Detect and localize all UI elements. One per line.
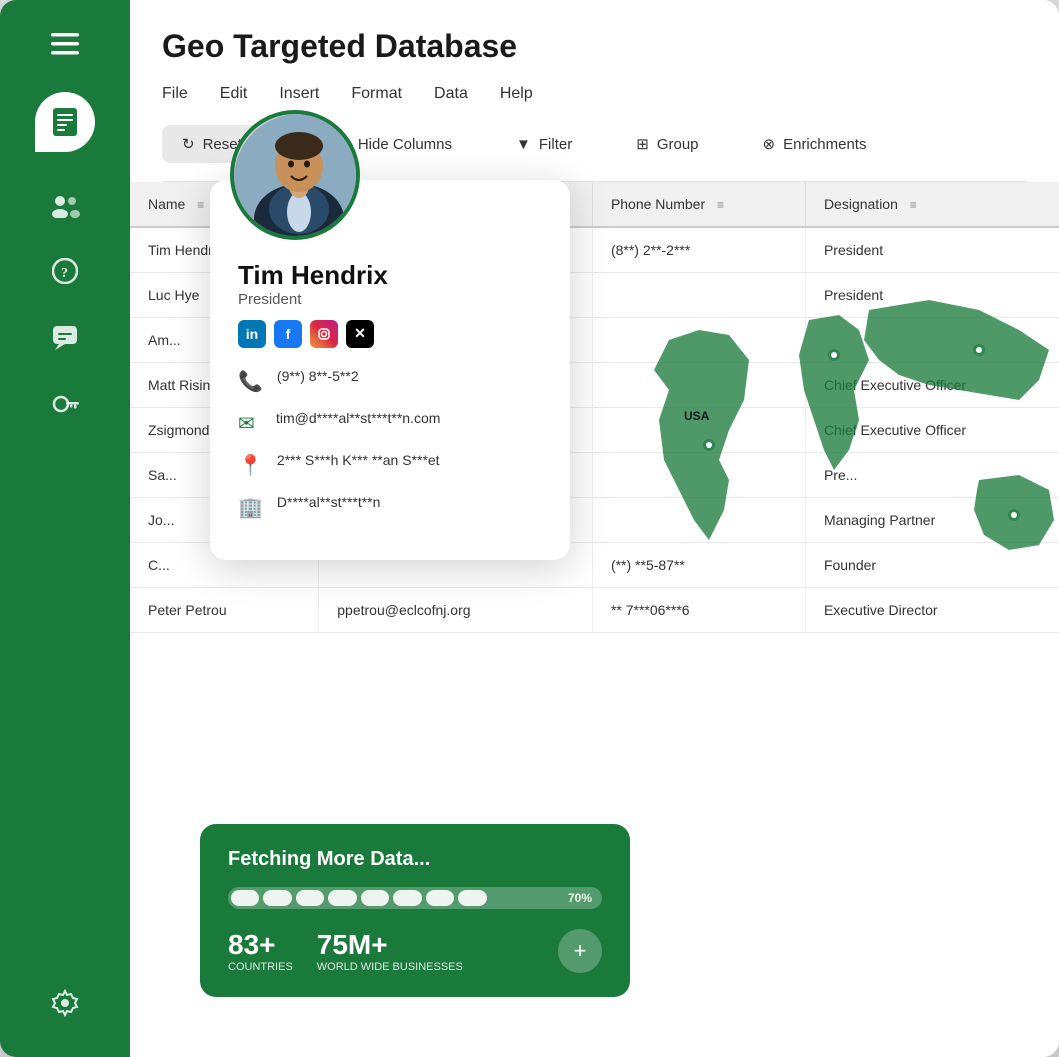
profile-phone: (9**) 8**-5**2 <box>277 368 359 384</box>
profile-job-title: President <box>238 291 542 308</box>
progress-segment-3 <box>296 890 324 906</box>
progress-segment-6 <box>393 890 421 906</box>
facebook-icon[interactable]: f <box>274 320 302 348</box>
people-nav-item[interactable] <box>50 192 80 218</box>
profile-popup: Tim Hendrix President in f ✕ 📞 (9**) 8**… <box>210 180 570 560</box>
sidebar-bottom <box>51 989 79 1037</box>
menu-file[interactable]: File <box>162 81 188 107</box>
profile-address: 2*** S***h K*** **an S***et <box>277 452 440 468</box>
email-icon: ✉ <box>238 411 262 436</box>
x-icon[interactable]: ✕ <box>346 320 374 348</box>
col-desig-menu-icon[interactable]: ≡ <box>910 198 917 212</box>
settings-nav-item[interactable] <box>51 989 79 1017</box>
col-phone: Phone Number ≡ <box>592 182 805 227</box>
progress-label: 70% <box>568 891 592 905</box>
phone-icon: 📞 <box>238 369 263 394</box>
progress-segments <box>228 887 490 909</box>
enrichments-icon: ⊗ <box>763 135 776 153</box>
help-nav-item[interactable]: ? <box>52 258 78 284</box>
profile-header: Tim Hendrix President in f ✕ 📞 (9**) 8**… <box>238 260 542 520</box>
menu-format[interactable]: Format <box>351 81 402 107</box>
fetch-title: Fetching More Data... <box>228 848 602 871</box>
page-title: Geo Targeted Database <box>162 28 1027 65</box>
fetch-stats: 83+ Countries 75M+ World Wide Businesses… <box>228 929 602 973</box>
stat-businesses-number: 75M+ <box>317 929 463 961</box>
sidebar: ? <box>0 0 130 1057</box>
sidebar-nav: ? <box>50 192 80 989</box>
stat-countries-number: 83+ <box>228 929 293 961</box>
menu-icon[interactable] <box>51 30 79 62</box>
profile-avatar <box>230 110 360 240</box>
reset-icon: ↻ <box>182 135 195 153</box>
progress-segment-2 <box>263 890 291 906</box>
menu-bar: File Edit Insert Format Data Help <box>162 81 1027 107</box>
menu-data[interactable]: Data <box>434 81 468 107</box>
menu-insert[interactable]: Insert <box>279 81 319 107</box>
sheet-icon[interactable] <box>35 92 95 152</box>
stat-businesses-label: World Wide Businesses <box>317 961 463 973</box>
col-designation: Designation ≡ <box>805 182 1059 227</box>
progress-segment-5 <box>361 890 389 906</box>
profile-phone-row: 📞 (9**) 8**-5**2 <box>238 368 542 394</box>
key-nav-item[interactable] <box>51 390 79 416</box>
progress-bar: 70% <box>228 887 602 909</box>
profile-email-row: ✉ tim@d****al**st***t**n.com <box>238 410 542 436</box>
progress-segment-7 <box>426 890 454 906</box>
col-phone-menu-icon[interactable]: ≡ <box>717 198 724 212</box>
enrichments-button[interactable]: ⊗ Enrichments <box>743 125 887 163</box>
profile-email: tim@d****al**st***t**n.com <box>276 410 440 426</box>
linkedin-icon[interactable]: in <box>238 320 266 348</box>
profile-address-row: 📍 2*** S***h K*** **an S***et <box>238 452 542 478</box>
instagram-icon[interactable] <box>310 320 338 348</box>
social-icons-row: in f ✕ <box>238 320 542 348</box>
menu-help[interactable]: Help <box>500 81 533 107</box>
progress-segment-8 <box>458 890 486 906</box>
map-overlay: USA <box>639 280 1059 660</box>
cell-name: Peter Petrou <box>130 588 319 633</box>
filter-icon: ▼ <box>516 136 531 153</box>
svg-text:USA: USA <box>684 409 710 423</box>
profile-company: D****al**st***t**n <box>277 494 381 510</box>
stat-countries: 83+ Countries <box>228 929 293 973</box>
fetch-popup: Fetching More Data... 70% 83+ Countries … <box>200 824 630 997</box>
svg-text:?: ? <box>61 266 68 281</box>
cell-email: ppetrou@eclcofnj.org <box>319 588 593 633</box>
progress-segment-4 <box>328 890 356 906</box>
cell-phone: (8**) 2**-2*** <box>592 227 805 273</box>
stat-countries-label: Countries <box>228 961 293 973</box>
stat-plus-button[interactable]: + <box>558 929 602 973</box>
profile-name: Tim Hendrix <box>238 260 542 291</box>
filter-button[interactable]: ▼ Filter <box>496 126 592 163</box>
chat-nav-item[interactable] <box>51 324 79 350</box>
stat-businesses: 75M+ World Wide Businesses <box>317 929 463 973</box>
group-icon: ⊞ <box>636 135 649 153</box>
col-menu-icon[interactable]: ≡ <box>197 198 204 212</box>
group-button[interactable]: ⊞ Group <box>616 125 718 163</box>
building-icon: 🏢 <box>238 495 263 520</box>
progress-segment-1 <box>231 890 259 906</box>
cell-designation: President <box>805 227 1059 273</box>
profile-company-row: 🏢 D****al**st***t**n <box>238 494 542 520</box>
menu-edit[interactable]: Edit <box>220 81 248 107</box>
location-icon: 📍 <box>238 453 263 478</box>
